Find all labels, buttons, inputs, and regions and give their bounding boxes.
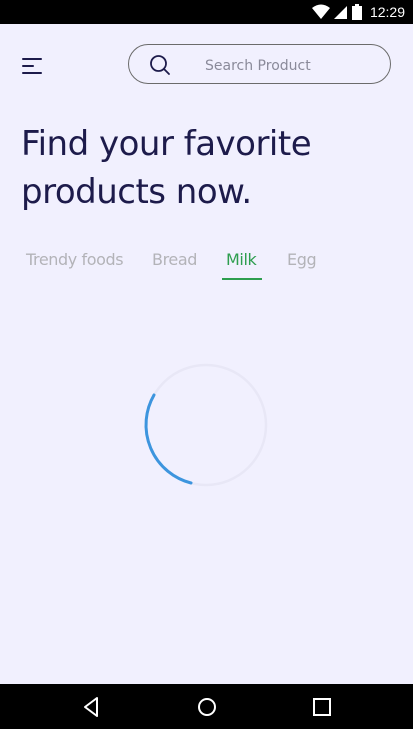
home-icon[interactable]	[195, 695, 219, 719]
cell-signal-icon	[333, 6, 347, 19]
loading-spinner-icon	[144, 363, 268, 487]
page-title-line-2: products now.	[21, 172, 252, 212]
status-icons: 12:29	[311, 0, 405, 24]
tab-trendy-foods[interactable]: Trendy foods	[26, 250, 124, 282]
back-icon[interactable]	[80, 695, 104, 719]
status-time: 12:29	[369, 4, 405, 20]
tab-egg[interactable]: Egg	[287, 250, 317, 282]
search-icon[interactable]	[149, 54, 171, 76]
page-title-line-1: Find your favorite	[21, 124, 312, 164]
hamburger-menu-icon	[22, 58, 42, 60]
tab-bread[interactable]: Bread	[152, 250, 197, 282]
search-input[interactable]	[203, 54, 377, 78]
wifi-icon	[311, 4, 330, 19]
navigation-bar	[0, 684, 413, 729]
search-bar[interactable]	[128, 44, 391, 84]
battery-icon	[351, 4, 362, 20]
active-tab-indicator	[222, 278, 262, 280]
page-title: Find your favorite products now.	[21, 120, 401, 216]
recents-icon[interactable]	[310, 695, 334, 719]
status-bar: 12:29	[0, 0, 413, 24]
menu-button[interactable]	[20, 54, 46, 78]
